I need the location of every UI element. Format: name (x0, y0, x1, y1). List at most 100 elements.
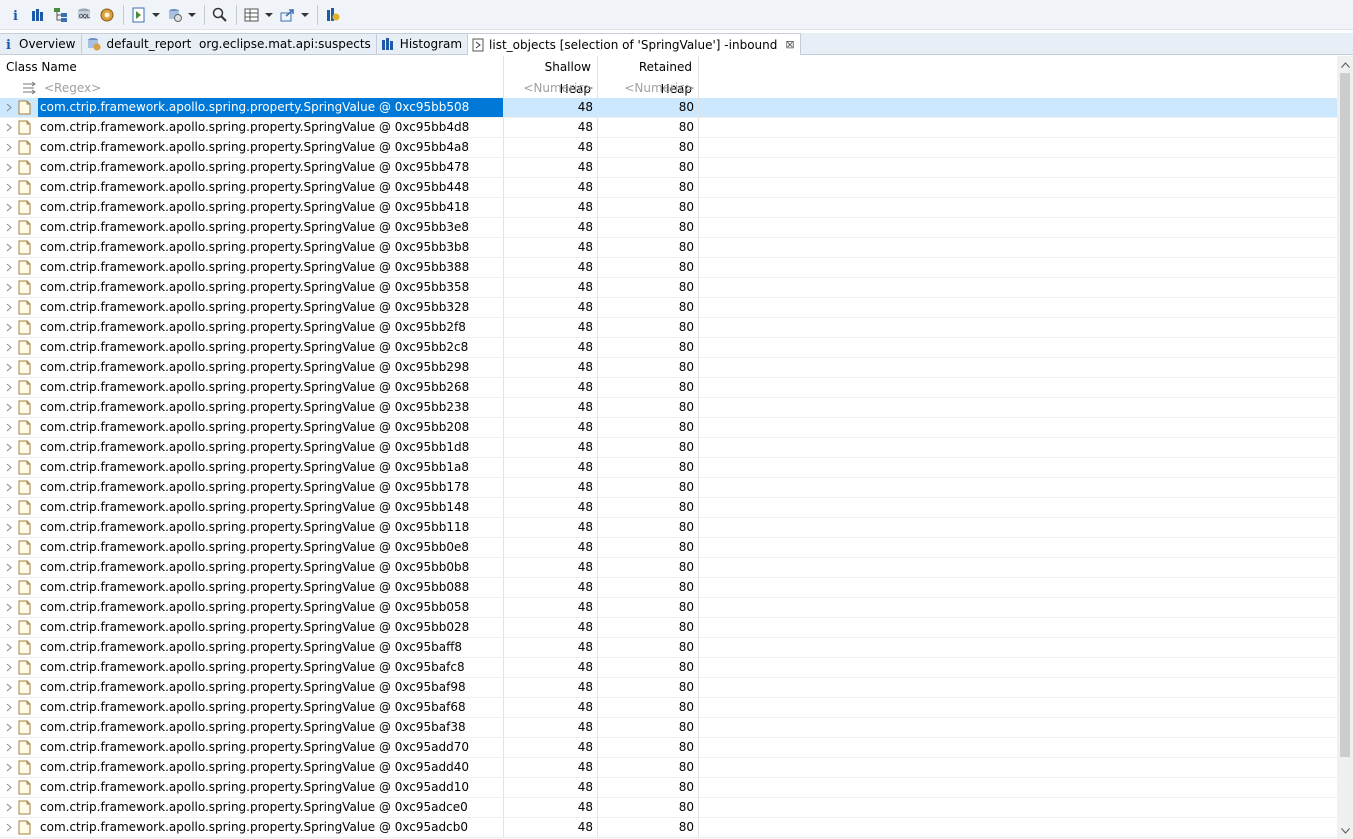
expand-chevron-icon[interactable] (0, 343, 18, 352)
expand-chevron-icon[interactable] (0, 183, 18, 192)
expand-chevron-icon[interactable] (0, 743, 18, 752)
class-name-filter[interactable]: <Regex> (0, 78, 504, 98)
table-row[interactable]: com.ctrip.framework.apollo.spring.proper… (0, 698, 1337, 718)
table-row[interactable]: com.ctrip.framework.apollo.spring.proper… (0, 618, 1337, 638)
tab-list-objects[interactable]: list_objects [selection of 'SpringValue'… (468, 33, 801, 55)
expand-chevron-icon[interactable] (0, 483, 18, 492)
expand-chevron-icon[interactable] (0, 423, 18, 432)
tab-overview[interactable]: i Overview (0, 33, 82, 54)
run-report-icon[interactable] (128, 4, 150, 26)
expand-chevron-icon[interactable] (0, 203, 18, 212)
tab-default-report[interactable]: default_report org.eclipse.mat.api:suspe… (81, 33, 377, 54)
expand-chevron-icon[interactable] (0, 123, 18, 132)
table-row[interactable]: com.ctrip.framework.apollo.spring.proper… (0, 118, 1337, 138)
expand-chevron-icon[interactable] (0, 563, 18, 572)
query-browser-icon[interactable] (164, 4, 186, 26)
expand-chevron-icon[interactable] (0, 363, 18, 372)
expand-chevron-icon[interactable] (0, 603, 18, 612)
table-row[interactable]: com.ctrip.framework.apollo.spring.proper… (0, 598, 1337, 618)
export-dropdown[interactable] (300, 4, 310, 26)
table-row[interactable]: com.ctrip.framework.apollo.spring.proper… (0, 158, 1337, 178)
expand-chevron-icon[interactable] (0, 383, 18, 392)
expand-chevron-icon[interactable] (0, 523, 18, 532)
find-object-icon[interactable] (209, 4, 231, 26)
scroll-down-arrow-icon[interactable] (1337, 822, 1353, 839)
table-row[interactable]: com.ctrip.framework.apollo.spring.proper… (0, 238, 1337, 258)
table-row[interactable]: com.ctrip.framework.apollo.spring.proper… (0, 218, 1337, 238)
table-row[interactable]: com.ctrip.framework.apollo.spring.proper… (0, 678, 1337, 698)
close-icon[interactable]: ⊠ (785, 38, 794, 51)
table-row[interactable]: com.ctrip.framework.apollo.spring.proper… (0, 818, 1337, 838)
scroll-up-arrow-icon[interactable] (1337, 56, 1353, 73)
dominator-tree-icon[interactable] (50, 4, 72, 26)
expand-chevron-icon[interactable] (0, 403, 18, 412)
table-row[interactable]: com.ctrip.framework.apollo.spring.proper… (0, 658, 1337, 678)
table-row[interactable]: com.ctrip.framework.apollo.spring.proper… (0, 738, 1337, 758)
run-report-dropdown[interactable] (151, 4, 161, 26)
table-row[interactable]: com.ctrip.framework.apollo.spring.proper… (0, 258, 1337, 278)
tab-histogram[interactable]: Histogram (376, 33, 469, 54)
column-header-retained-heap[interactable]: Retained Heap (598, 56, 699, 96)
table-row[interactable]: com.ctrip.framework.apollo.spring.proper… (0, 438, 1337, 458)
expand-chevron-icon[interactable] (0, 703, 18, 712)
table-row[interactable]: com.ctrip.framework.apollo.spring.proper… (0, 318, 1337, 338)
expand-chevron-icon[interactable] (0, 803, 18, 812)
table-row[interactable]: com.ctrip.framework.apollo.spring.proper… (0, 198, 1337, 218)
expand-chevron-icon[interactable] (0, 263, 18, 272)
thread-overview-icon[interactable] (96, 4, 118, 26)
table-row[interactable]: com.ctrip.framework.apollo.spring.proper… (0, 298, 1337, 318)
table-row[interactable]: com.ctrip.framework.apollo.spring.proper… (0, 798, 1337, 818)
table-row[interactable]: com.ctrip.framework.apollo.spring.proper… (0, 418, 1337, 438)
group-result-icon[interactable] (241, 4, 263, 26)
query-browser-dropdown[interactable] (187, 4, 197, 26)
expand-chevron-icon[interactable] (0, 283, 18, 292)
expand-chevron-icon[interactable] (0, 223, 18, 232)
expand-chevron-icon[interactable] (0, 543, 18, 552)
table-row[interactable]: com.ctrip.framework.apollo.spring.proper… (0, 278, 1337, 298)
retained-heap-filter[interactable]: <Numeric> (598, 78, 699, 98)
table-row[interactable]: com.ctrip.framework.apollo.spring.proper… (0, 638, 1337, 658)
expand-chevron-icon[interactable] (0, 783, 18, 792)
expand-chevron-icon[interactable] (0, 243, 18, 252)
table-row[interactable]: com.ctrip.framework.apollo.spring.proper… (0, 778, 1337, 798)
expand-chevron-icon[interactable] (0, 323, 18, 332)
expand-chevron-icon[interactable] (0, 683, 18, 692)
column-header-shallow-heap[interactable]: Shallow Heap (504, 56, 598, 96)
table-row[interactable]: com.ctrip.framework.apollo.spring.proper… (0, 478, 1337, 498)
table-row[interactable]: com.ctrip.framework.apollo.spring.proper… (0, 138, 1337, 158)
table-row[interactable]: com.ctrip.framework.apollo.spring.proper… (0, 378, 1337, 398)
table-row[interactable]: com.ctrip.framework.apollo.spring.proper… (0, 758, 1337, 778)
expand-chevron-icon[interactable] (0, 443, 18, 452)
table-row[interactable]: com.ctrip.framework.apollo.spring.proper… (0, 98, 1337, 118)
table-row[interactable]: com.ctrip.framework.apollo.spring.proper… (0, 518, 1337, 538)
heap-dump-overview-icon[interactable] (322, 4, 344, 26)
expand-chevron-icon[interactable] (0, 143, 18, 152)
table-row[interactable]: com.ctrip.framework.apollo.spring.proper… (0, 178, 1337, 198)
expand-chevron-icon[interactable] (0, 103, 18, 112)
expand-chevron-icon[interactable] (0, 163, 18, 172)
expand-chevron-icon[interactable] (0, 663, 18, 672)
group-result-dropdown[interactable] (264, 4, 274, 26)
shallow-heap-filter[interactable]: <Numeric> (504, 78, 598, 98)
export-icon[interactable] (277, 4, 299, 26)
table-row[interactable]: com.ctrip.framework.apollo.spring.proper… (0, 578, 1337, 598)
table-row[interactable]: com.ctrip.framework.apollo.spring.proper… (0, 338, 1337, 358)
table-row[interactable]: com.ctrip.framework.apollo.spring.proper… (0, 558, 1337, 578)
expand-chevron-icon[interactable] (0, 463, 18, 472)
expand-chevron-icon[interactable] (0, 763, 18, 772)
scrollbar-thumb[interactable] (1340, 73, 1350, 757)
table-row[interactable]: com.ctrip.framework.apollo.spring.proper… (0, 458, 1337, 478)
expand-chevron-icon[interactable] (0, 583, 18, 592)
vertical-scrollbar[interactable] (1337, 56, 1353, 839)
column-header-class-name[interactable]: Class Name (0, 56, 504, 78)
table-row[interactable]: com.ctrip.framework.apollo.spring.proper… (0, 498, 1337, 518)
info-icon[interactable]: i (4, 4, 26, 26)
table-row[interactable]: com.ctrip.framework.apollo.spring.proper… (0, 718, 1337, 738)
table-row[interactable]: com.ctrip.framework.apollo.spring.proper… (0, 358, 1337, 378)
expand-chevron-icon[interactable] (0, 623, 18, 632)
oql-icon[interactable]: OQL (73, 4, 95, 26)
histogram-icon[interactable] (27, 4, 49, 26)
expand-chevron-icon[interactable] (0, 643, 18, 652)
expand-chevron-icon[interactable] (0, 723, 18, 732)
expand-chevron-icon[interactable] (0, 503, 18, 512)
